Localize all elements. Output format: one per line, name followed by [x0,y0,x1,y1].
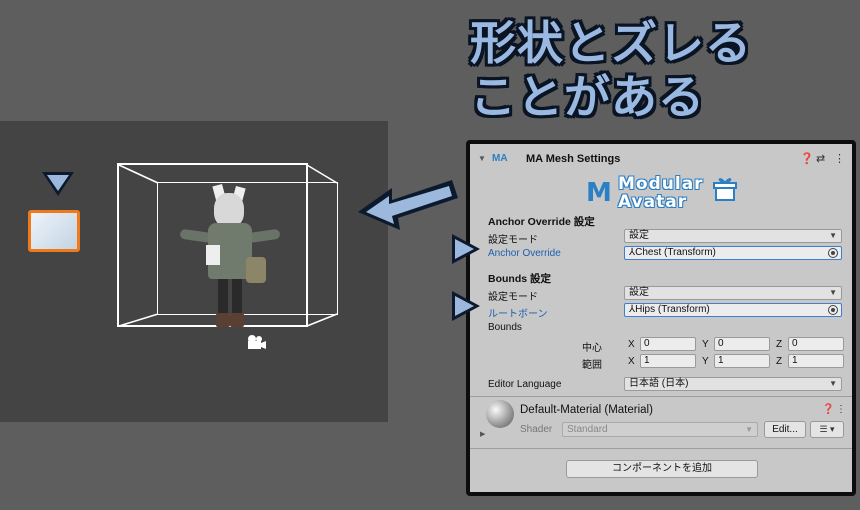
divider [470,396,852,397]
extent-label: 範囲 [582,360,602,371]
bounds-mode-value: 設定 [629,287,649,298]
selected-cube-icon[interactable] [28,210,80,252]
extent-x-input[interactable]: 1 [640,354,696,368]
editor-language-value: 日本語 (日本) [629,378,689,389]
object-picker-icon[interactable] [828,248,838,258]
expand-arrow-icon[interactable]: ▶ [480,430,485,438]
caption-text: 形状とズレる ことがある [470,16,752,124]
center-z-label: Z [776,339,783,350]
center-label: 中心 [582,343,602,354]
shader-value: Standard [567,424,608,435]
center-x-label: X [628,339,635,350]
modular-avatar-logo: M Modular Avatar [586,172,746,216]
pointer-anchor-override-icon [452,234,480,264]
edit-shader-button[interactable]: Edit... [764,421,806,438]
root-bone-field[interactable]: ⅄Hips (Transform) [624,303,842,317]
preset-icon[interactable]: ⇄ [816,152,825,165]
logo-line-1: Modular [618,174,704,194]
help-icon[interactable]: ❓ [800,152,814,165]
camera-icon [248,335,266,349]
material-preview-icon [486,400,514,428]
gift-icon [713,178,737,201]
bounds-label: Bounds [488,322,522,333]
material-title: Default-Material (Material) [520,404,653,416]
center-y-label: Y [702,339,709,350]
anchor-mode-label: 設定モード [488,235,538,246]
chevron-down-icon: ▼ [745,425,753,434]
anchor-override-field[interactable]: ⅄Chest (Transform) [624,246,842,260]
caption-line-1: 形状とズレる [470,16,752,70]
bounds-section-title: Bounds 設定 [488,273,551,285]
extent-y-label: Y [702,356,709,367]
extent-z-label: Z [776,356,783,367]
logo-line-2: Avatar [618,192,688,212]
extent-z-input[interactable]: 1 [788,354,844,368]
fold-arrow-icon[interactable]: ▼ [478,154,486,163]
chevron-down-icon: ▼ [829,231,837,240]
extent-y-input[interactable]: 1 [714,354,770,368]
center-y-input[interactable]: 0 [714,337,770,351]
anchor-mode-value: 設定 [629,230,649,241]
shader-list-button[interactable]: ☰ ▾ [810,421,844,438]
center-x-input[interactable]: 0 [640,337,696,351]
editor-language-dropdown[interactable]: 日本語 (日本) ▼ [624,377,842,391]
avatar-character[interactable] [179,183,281,335]
anchor-override-value: Chest (Transform) [635,247,716,258]
selection-marker-icon [42,172,74,196]
root-bone-label: ルートボーン [488,309,548,320]
help-icon[interactable]: ❓ [822,404,834,415]
shader-dropdown[interactable]: Standard ▼ [562,422,758,437]
root-bone-value: Hips (Transform) [635,304,710,315]
add-component-button[interactable]: コンポーネントを追加 [566,460,758,478]
chevron-down-icon: ▼ [829,288,837,297]
object-picker-icon[interactable] [828,305,838,315]
anchor-override-label: Anchor Override [488,248,561,259]
center-z-input[interactable]: 0 [788,337,844,351]
anchor-section-title: Anchor Override 設定 [488,216,595,228]
modular-avatar-icon: MA [492,153,508,164]
inspector-panel: ▼ MA MA Mesh Settings ❓ ⇄ ⋮ M Modular Av… [466,140,856,496]
bounds-mode-dropdown[interactable]: 設定 ▼ [624,286,842,300]
bounds-mode-label: 設定モード [488,292,538,303]
shader-label: Shader [520,424,553,435]
caption-line-2: ことがある [470,70,705,124]
chevron-down-icon: ▼ [829,379,837,388]
component-title: MA Mesh Settings [526,153,621,165]
divider [470,448,852,449]
anchor-mode-dropdown[interactable]: 設定 ▼ [624,229,842,243]
kebab-menu-icon[interactable]: ⋮ [836,404,846,415]
component-header[interactable]: ▼ MA MA Mesh Settings ❓ ⇄ ⋮ [470,148,852,170]
editor-language-label: Editor Language [488,379,562,390]
extent-x-label: X [628,356,635,367]
kebab-menu-icon[interactable]: ⋮ [834,152,845,165]
pointer-root-bone-icon [452,291,480,321]
